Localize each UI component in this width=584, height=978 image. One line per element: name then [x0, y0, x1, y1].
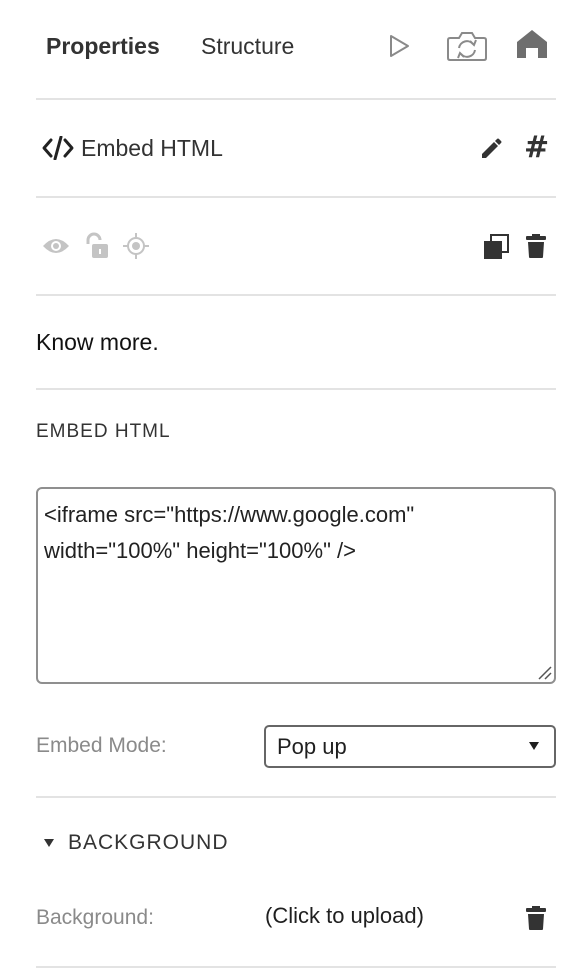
trash-icon[interactable] [525, 905, 547, 931]
background-upload[interactable]: (Click to upload) [265, 900, 424, 932]
divider [36, 966, 556, 968]
divider [36, 98, 556, 100]
embed-mode-value: Pop up [277, 734, 347, 759]
embed-html-textarea[interactable]: <iframe src="https://www.google.com" wid… [36, 487, 556, 684]
top-toolbar: Properties Structure [0, 0, 584, 98]
resize-grip-icon[interactable] [536, 664, 552, 680]
refresh-camera-icon[interactable] [446, 30, 488, 62]
divider [36, 388, 556, 390]
background-section-title: BACKGROUND [68, 831, 229, 854]
tab-properties[interactable]: Properties [46, 30, 160, 62]
crosshair-icon[interactable] [122, 232, 150, 260]
element-description: Know more. [36, 329, 159, 355]
eye-icon[interactable] [42, 236, 70, 256]
hash-icon[interactable]: # [524, 132, 549, 164]
embed-html-section-title: EMBED HTML [36, 421, 171, 442]
trash-icon[interactable] [525, 233, 547, 259]
embed-mode-select[interactable]: Pop up [264, 725, 556, 768]
copy-icon[interactable] [483, 234, 509, 260]
divider [36, 796, 556, 798]
element-title: Embed HTML [81, 135, 223, 161]
play-icon[interactable] [386, 33, 412, 59]
divider [36, 294, 556, 296]
divider [36, 196, 556, 198]
embed-html-code: <iframe src="https://www.google.com" wid… [44, 502, 421, 563]
unlock-icon[interactable] [84, 232, 110, 260]
code-icon [42, 136, 74, 160]
background-section-toggle[interactable]: BACKGROUND [36, 828, 336, 858]
pencil-icon[interactable] [480, 138, 502, 160]
tab-structure[interactable]: Structure [201, 30, 294, 62]
embed-mode-label: Embed Mode: [36, 734, 167, 757]
chevron-down-icon [529, 742, 539, 750]
caret-down-icon [44, 839, 54, 847]
element-header: Embed HTML # [36, 128, 556, 168]
background-label: Background: [36, 906, 154, 929]
home-icon[interactable] [516, 28, 548, 60]
